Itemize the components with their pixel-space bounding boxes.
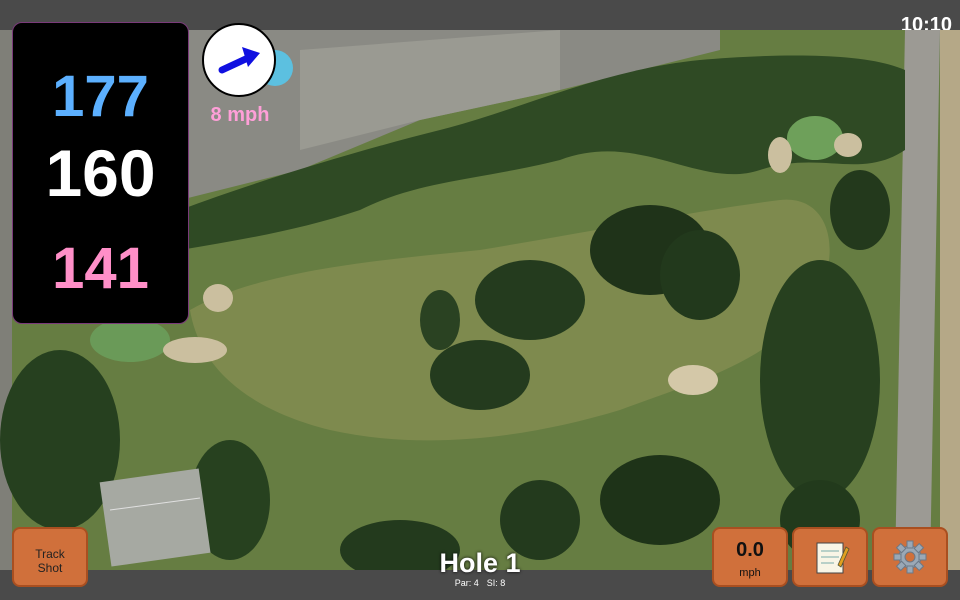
wind-indicator: [202, 23, 276, 97]
hole-stroke-index: SI: 8: [486, 578, 506, 588]
yardage-panel: 177 160 141: [12, 22, 189, 324]
hole-par: Par: 4: [454, 578, 479, 588]
track-shot-label-line1: Track: [35, 547, 65, 561]
wind-speed: 8 mph: [210, 104, 270, 126]
track-shot-button[interactable]: Track Shot: [12, 527, 88, 587]
notes-button[interactable]: [792, 527, 868, 587]
hole-title: Hole 1: [439, 548, 521, 578]
track-shot-label-line2: Shot: [37, 561, 63, 575]
front-distance: 141: [52, 236, 149, 301]
hole-info: Par: 4 SI: 8: [380, 578, 580, 588]
middle-distance: 160: [45, 136, 156, 210]
gear-icon: [893, 540, 927, 574]
wind-direction-arrow-icon: [218, 47, 260, 74]
speed-unit: mph: [739, 567, 761, 579]
back-distance: 177: [52, 64, 149, 129]
settings-button[interactable]: [872, 527, 948, 587]
speed-button[interactable]: 0.0 mph: [712, 527, 788, 587]
speed-value: 0.0: [736, 539, 764, 561]
notepad-icon: [816, 542, 850, 574]
